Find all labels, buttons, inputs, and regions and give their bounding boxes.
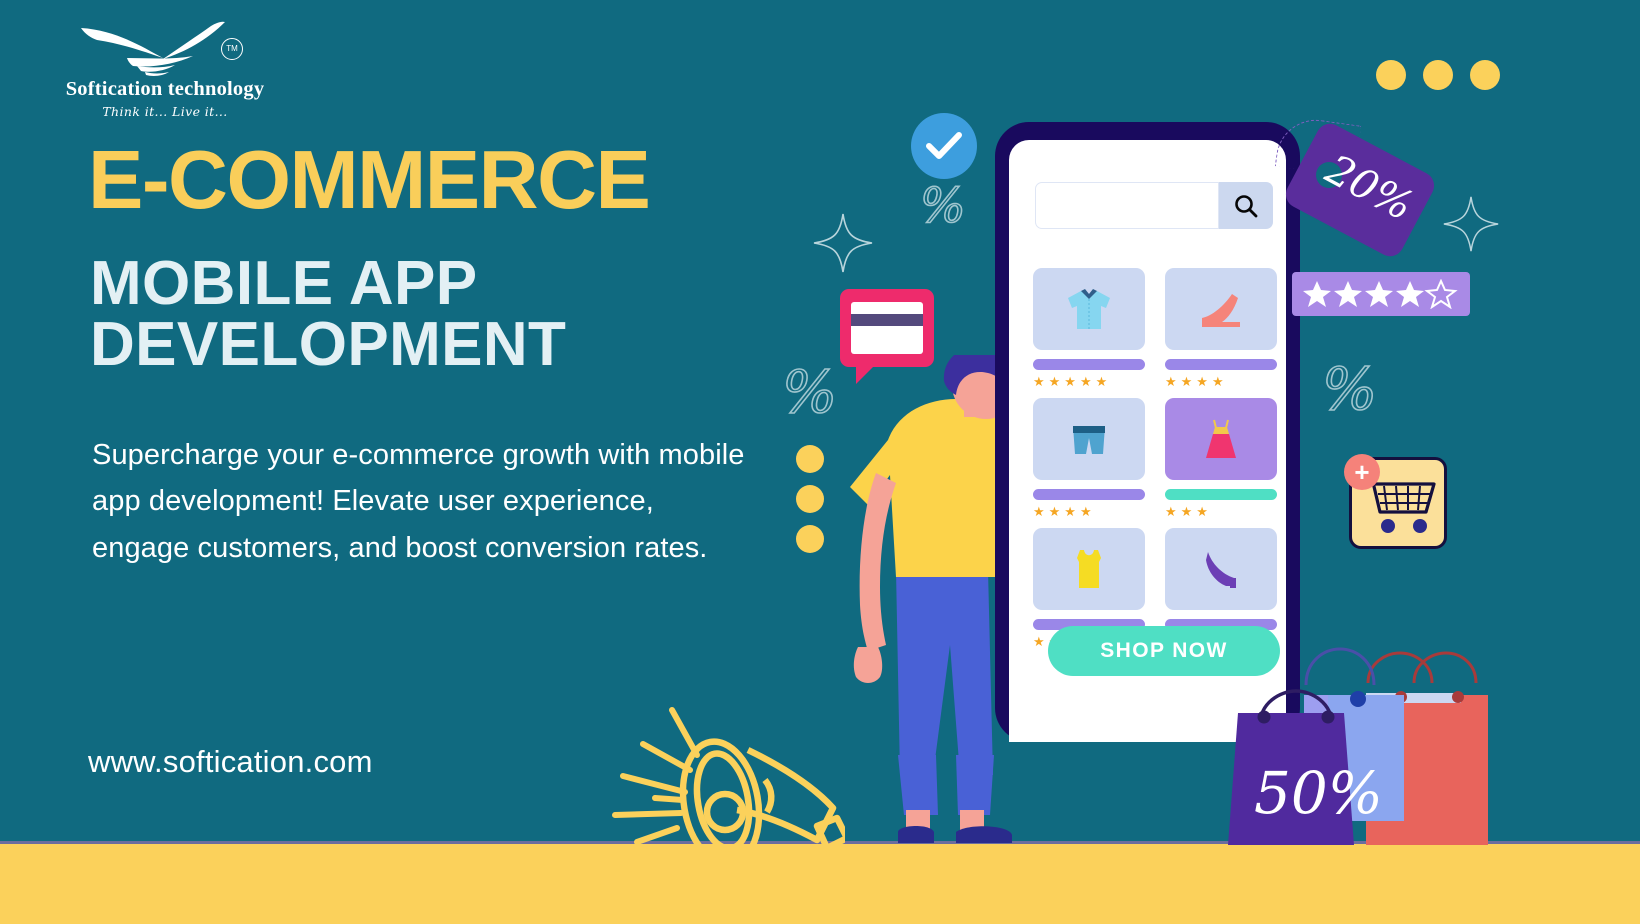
magnifier-icon: [1235, 194, 1258, 217]
product-thumbnail: [1033, 268, 1145, 350]
headline-primary: E-COMMERCE: [88, 133, 651, 226]
denim-shorts-icon: [1073, 426, 1105, 454]
product-card[interactable]: ★★★★: [1033, 398, 1145, 518]
shopping-bags-illustration: 50%: [1228, 647, 1488, 845]
add-plus-icon: +: [1344, 454, 1380, 490]
product-thumbnail: [1033, 398, 1145, 480]
product-title-bar: [1165, 359, 1277, 370]
percent-symbol-icon: %: [781, 357, 838, 427]
product-thumbnail: [1165, 398, 1277, 480]
check-circle-icon: [911, 113, 977, 179]
product-rating: ★★★: [1165, 504, 1212, 519]
product-title-bar: [1165, 489, 1277, 500]
product-grid: ★★★★★ ★★★★ ★★★★ ★★★: [1033, 268, 1277, 648]
website-url[interactable]: www.softication.com: [88, 744, 373, 780]
percent-symbol-icon: %: [919, 177, 966, 235]
search-bar[interactable]: [1035, 182, 1273, 229]
dot: [796, 445, 824, 473]
product-title-bar: [1033, 359, 1145, 370]
product-title-bar: [1033, 489, 1145, 500]
body-paragraph: Supercharge your e-commerce growth with …: [92, 439, 745, 564]
product-rating: ★★★★: [1165, 374, 1228, 389]
product-rating: ★★★★: [1033, 504, 1096, 519]
logo-company-name: Softication technology: [65, 78, 265, 100]
company-logo[interactable]: TM Softication technology Think it... Li…: [35, 18, 295, 128]
trademark-icon: TM: [221, 38, 243, 60]
headline-line-2b: DEVELOPMENT: [90, 309, 567, 379]
bag-discount-label: 50%: [1254, 759, 1383, 827]
discount-price-tag: 20%: [1274, 114, 1439, 262]
search-button[interactable]: [1219, 182, 1273, 229]
left-dots: [796, 445, 824, 553]
megaphone-icon: [612, 707, 845, 860]
product-card[interactable]: ★★★★: [1165, 268, 1277, 388]
pink-heel-shoe-icon: [1202, 294, 1240, 327]
product-thumbnail: [1165, 268, 1277, 350]
top-right-dots: [1376, 60, 1500, 90]
add-to-cart-icon[interactable]: +: [1344, 454, 1447, 549]
dot: [1423, 60, 1453, 90]
yellow-tank-top-icon: [1077, 550, 1101, 588]
product-rating: ★★★★★: [1033, 374, 1112, 389]
stars-row-icon: [1303, 279, 1458, 309]
product-thumbnail: [1165, 528, 1277, 610]
headline-line-2a: MOBILE APP: [90, 249, 478, 318]
poster-canvas: TM Softication technology Think it... Li…: [0, 0, 1640, 924]
dot: [796, 485, 824, 513]
product-thumbnail: [1033, 528, 1145, 610]
search-input[interactable]: [1035, 182, 1219, 229]
logo-tagline: Think it... Live it...: [102, 104, 228, 119]
purple-heel-shoe-icon: [1206, 552, 1236, 588]
sparkle-icon: [813, 213, 873, 273]
card-face: [851, 302, 923, 354]
dot: [1470, 60, 1500, 90]
blue-shirt-icon: [1068, 289, 1110, 329]
pink-dress-icon: [1206, 419, 1236, 458]
headline-secondary: MOBILE APP DEVELOPMENT: [90, 249, 567, 379]
card-magnetic-stripe: [851, 314, 923, 326]
percent-symbol-icon: %: [1321, 354, 1378, 424]
product-card[interactable]: ★★★: [1165, 398, 1277, 518]
dot: [1376, 60, 1406, 90]
product-card[interactable]: ★★★★★: [1033, 268, 1145, 388]
sparkle-icon: [1443, 196, 1499, 252]
dot: [796, 525, 824, 553]
star-rating-badge: [1292, 272, 1470, 316]
